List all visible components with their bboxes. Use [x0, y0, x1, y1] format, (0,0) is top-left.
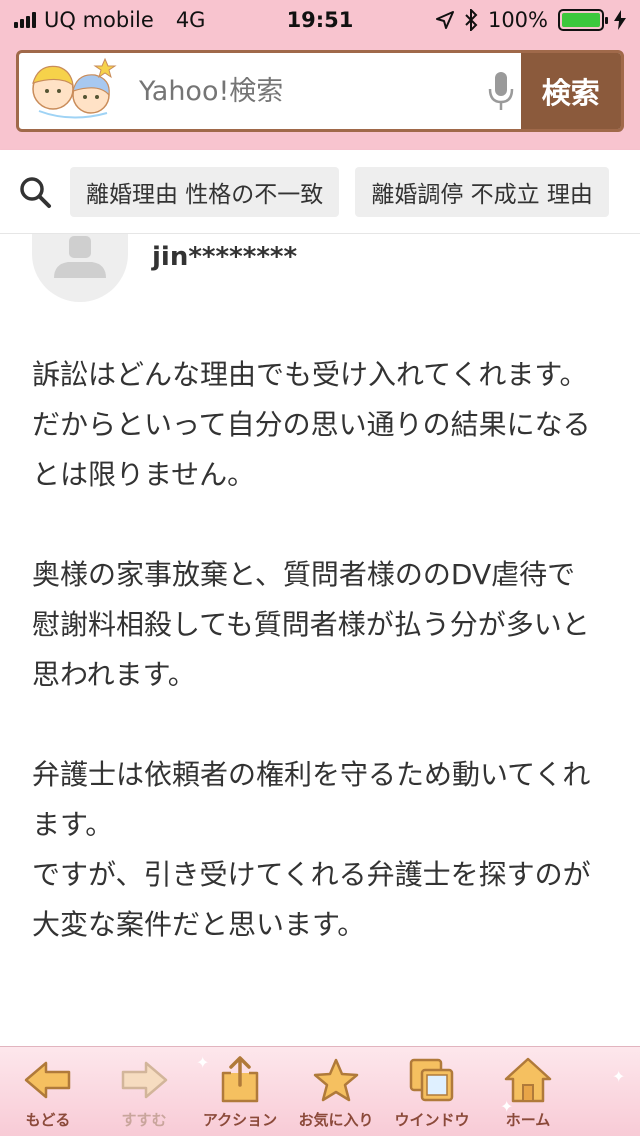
share-icon	[219, 1053, 261, 1107]
mic-button[interactable]	[481, 53, 521, 129]
search-button[interactable]: 検索	[520, 53, 621, 129]
answer-paragraph: 弁護士は依頼者の権利を守るため動いてくれます。 ですが、引き受けてくれる弁護士を…	[32, 758, 591, 941]
bottom-toolbar: ✦ ✦ ✦ もどる すすむ アクション お気に入り ウインドウ ホーム	[0, 1046, 640, 1136]
back-label: もどる	[25, 1111, 71, 1129]
sparkle-decoration: ✦	[196, 1053, 210, 1072]
status-right: 100%	[435, 8, 626, 32]
windows-icon	[407, 1053, 457, 1107]
home-button[interactable]: ホーム	[480, 1047, 576, 1136]
arrow-right-icon	[120, 1053, 168, 1107]
answer-content: jin******** 訴訟はどんな理由でも受け入れてくれます。 だからといって…	[0, 234, 640, 1046]
answer-username[interactable]: jin********	[152, 242, 297, 272]
star-icon	[312, 1053, 360, 1107]
favorites-button[interactable]: お気に入り	[288, 1047, 384, 1136]
sparkle-decoration: ✦	[500, 1097, 514, 1116]
mascot-logo	[19, 53, 125, 129]
forward-button[interactable]: すすむ	[96, 1047, 192, 1136]
answer-body: 訴訟はどんな理由でも受け入れてくれます。 だからといって自分の思い通りの結果にな…	[32, 350, 608, 1000]
suggestion-chip[interactable]: 離婚理由 性格の不一致	[70, 166, 340, 217]
window-button[interactable]: ウインドウ	[384, 1047, 480, 1136]
carrier-label: UQ mobile	[44, 8, 154, 32]
battery-percent: 100%	[487, 8, 548, 32]
forward-label: すすむ	[121, 1111, 167, 1129]
suggestion-chip[interactable]: 離婚調停 不成立 理由	[355, 166, 609, 217]
window-label: ウインドウ	[394, 1111, 470, 1129]
signal-icon	[14, 12, 36, 28]
favorites-label: お気に入り	[298, 1111, 374, 1129]
search-icon	[0, 175, 70, 209]
search-box: 検索	[16, 50, 624, 132]
action-label: アクション	[202, 1111, 278, 1129]
avatar	[32, 234, 128, 302]
location-arrow-icon	[435, 11, 454, 29]
bluetooth-icon	[465, 9, 478, 31]
status-bar: UQ mobile 4G 19:51 100%	[0, 0, 640, 40]
network-label: 4G	[175, 8, 206, 32]
answer-header: jin********	[32, 234, 297, 302]
user-silhouette-icon	[54, 236, 106, 278]
answer-paragraph: 訴訟はどんな理由でも受け入れてくれます。 だからといって自分の思い通りの結果にな…	[32, 358, 591, 491]
microphone-icon	[488, 72, 514, 110]
battery-icon	[558, 9, 608, 31]
arrow-left-icon	[24, 1053, 72, 1107]
status-left: UQ mobile 4G	[14, 8, 436, 32]
back-button[interactable]: もどる	[0, 1047, 96, 1136]
answer-paragraph: 奥様の家事放棄と、質問者様ののDV虐待で 慰謝料相殺しても質問者様が払う分が多い…	[32, 558, 590, 691]
search-input[interactable]	[125, 53, 481, 129]
sparkle-decoration: ✦	[612, 1067, 626, 1086]
header: 検索	[0, 40, 640, 150]
related-search-bar: 離婚理由 性格の不一致 離婚調停 不成立 理由	[0, 150, 640, 234]
charging-icon	[614, 10, 626, 30]
